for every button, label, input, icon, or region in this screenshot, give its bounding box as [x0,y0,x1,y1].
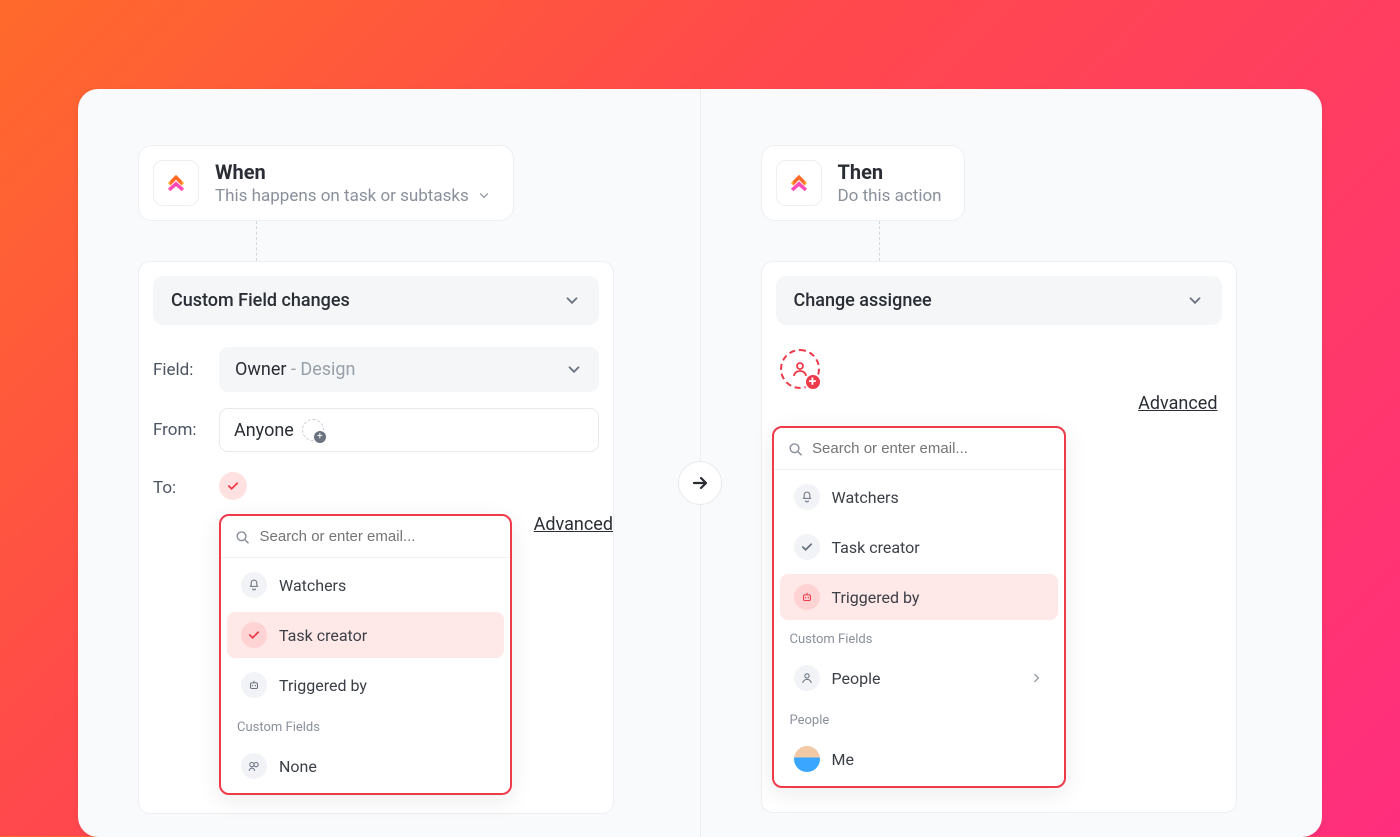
field-label: Field: [153,360,219,380]
popover-section-custom: Custom Fields [774,624,1064,651]
popover-search[interactable] [221,516,510,558]
to-popover: Watchers Task creator Triggered by Custo… [219,514,512,795]
popover-item-label: Task creator [279,626,367,645]
field-select[interactable]: Owner - Design [219,347,599,392]
then-pane: Then Do this action Change assignee + Ad… [701,89,1323,837]
search-input[interactable] [260,528,496,545]
to-selected-chip[interactable] [219,472,247,500]
popover-item-label: Triggered by [279,676,367,695]
bell-icon [241,572,267,598]
clickup-icon [163,170,189,196]
check-icon [241,622,267,648]
clickup-logo [776,160,822,206]
when-header[interactable]: When This happens on task or subtasks [138,145,514,221]
when-header-text: When This happens on task or subtasks [215,160,491,206]
when-pane: When This happens on task or subtasks Cu… [78,89,700,837]
then-header: Then Do this action [761,145,965,221]
flow-arrow [678,461,722,505]
when-subtitle-row[interactable]: This happens on task or subtasks [215,186,491,206]
check-icon [226,479,240,493]
to-label: To: [153,478,219,498]
popover-item-watchers[interactable]: Watchers [227,562,504,608]
clickup-icon [786,170,812,196]
popover-section-custom: Custom Fields [221,712,510,739]
field-row: Field: Owner - Design [139,339,613,400]
then-panel: Change assignee + Advanced [761,261,1237,813]
search-icon [235,529,250,545]
field-value: Owner - Design [235,359,355,380]
advanced-link[interactable]: Advanced [534,514,613,535]
chevron-down-icon [477,189,491,203]
advanced-link[interactable]: Advanced [1138,393,1217,414]
from-row: From: Anyone [139,400,613,460]
automation-card: When This happens on task or subtasks Cu… [78,89,1322,837]
popover-item-label: Watchers [832,488,899,507]
from-label: From: [153,420,219,440]
chevron-down-icon [563,292,581,310]
bell-icon [794,484,820,510]
popover-item-label: Me [832,750,854,769]
popover-section-people: People [774,705,1064,732]
then-popover-wrap: Watchers Task creator Triggered by Custo… [762,414,1236,794]
people-icon [241,753,267,779]
action-label: Change assignee [794,290,932,311]
popover-item-task-creator[interactable]: Task creator [780,524,1058,570]
popover-item-triggered-by[interactable]: Triggered by [780,574,1058,620]
trigger-select[interactable]: Custom Field changes [153,276,599,325]
person-add-icon [302,419,324,441]
popover-item-label: People [832,669,881,688]
popover-item-label: None [279,757,317,776]
to-popover-row: Watchers Task creator Triggered by Custo… [139,508,613,795]
chevron-right-icon [1030,671,1044,685]
then-title: Then [838,160,942,184]
popover-item-me[interactable]: Me [780,736,1058,782]
action-select[interactable]: Change assignee [776,276,1222,325]
popover-item-label: Task creator [832,538,920,557]
plus-icon: + [804,373,822,391]
popover-item-label: Watchers [279,576,346,595]
when-title: When [215,160,491,184]
popover-item-watchers[interactable]: Watchers [780,474,1058,520]
to-row: To: [139,460,613,508]
avatar [794,746,820,772]
when-subtitle: This happens on task or subtasks [215,186,469,206]
robot-icon [241,672,267,698]
then-subtitle: Do this action [838,186,942,206]
from-input[interactable]: Anyone [219,408,599,452]
search-input[interactable] [812,440,1050,457]
chevron-down-icon [565,361,583,379]
person-icon [794,665,820,691]
assignee-picker[interactable]: + [780,349,820,389]
clickup-logo [153,160,199,206]
check-icon [794,534,820,560]
search-icon [788,441,803,457]
popover-item-label: Triggered by [832,588,920,607]
connector-line [879,221,880,261]
trigger-label: Custom Field changes [171,290,350,311]
popover-item-people[interactable]: People [780,655,1058,701]
assignee-popover: Watchers Task creator Triggered by Custo… [772,426,1066,788]
from-value: Anyone [234,420,294,441]
popover-item-task-creator[interactable]: Task creator [227,612,504,658]
assignee-row: + Advanced [762,339,1236,414]
chevron-down-icon [1186,292,1204,310]
popover-item-none[interactable]: None [227,743,504,789]
when-panel: Custom Field changes Field: Owner - Desi… [138,261,614,814]
connector-line [256,221,257,261]
popover-item-triggered-by[interactable]: Triggered by [227,662,504,708]
arrow-right-icon [690,473,710,493]
then-header-text: Then Do this action [838,160,942,206]
robot-icon [794,584,820,610]
popover-search[interactable] [774,428,1064,470]
